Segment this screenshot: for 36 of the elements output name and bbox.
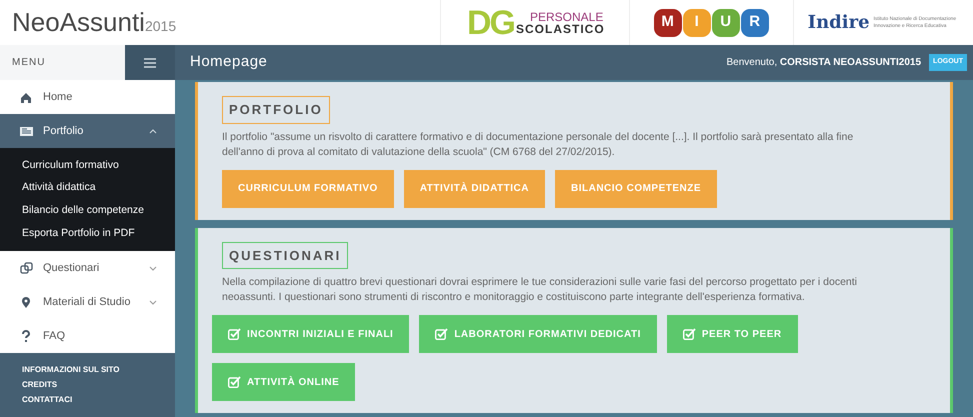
submenu-item[interactable]: Bilancio delle competenze: [0, 200, 175, 222]
logo-letter: M: [654, 8, 682, 36]
submenu-item[interactable]: Esporta Portfolio in PDF: [0, 222, 175, 245]
check-square-icon: [435, 328, 448, 340]
sidebar-item[interactable]: Portfolio: [0, 114, 175, 148]
dg-logo-bottom: SCOLASTICO: [516, 22, 605, 34]
menu-icon: [144, 58, 156, 68]
card-description: Il portfolio "assume un risvolto di carattere formativo e di documentazione personale del docente [...]. Il portfolio sarà presentato alla fine dell'anno di prova al comitato di valutazione della scuola" (CM 6768 del 27/02/2015).: [222, 130, 854, 160]
card-description: Nella compilazione di quattro brevi questionari dovrai esprimere le tue considerazioni sulle varie fasi del percorso progettato per i docenti neoassunti. I questionari sono strumenti di riscontro e monitoraggio e costituiscono parte integrante dell'esperienza formativa.: [222, 275, 858, 305]
logo-letter: I: [682, 8, 711, 36]
logo-letter: R: [740, 8, 769, 36]
check-square-icon: [682, 328, 696, 340]
dg-logo-top: PERSONALE: [529, 10, 604, 22]
brand-year: 2015: [144, 17, 176, 36]
submenu-item[interactable]: Curriculum formativo: [0, 154, 175, 177]
map-pin-icon: [20, 296, 33, 308]
menu-label: MENU: [12, 56, 46, 70]
footer-link[interactable]: CONTATTACI: [22, 394, 175, 406]
footer-link[interactable]: CREDITS: [22, 379, 175, 391]
check-square-icon: [228, 376, 241, 388]
dg-logo-letters: DG: [467, 6, 514, 40]
submenu-item[interactable]: Attività didattica: [0, 176, 175, 200]
squares-icon: [20, 262, 33, 274]
page-title: Homepage: [189, 52, 268, 72]
brand-name[interactable]: NeoAssunti: [12, 3, 145, 42]
welcome-text: Benvenuto, CORSISTA NEOASSUNTI2015: [726, 56, 922, 70]
card-title: PORTFOLIO: [222, 96, 330, 124]
card-title: QUESTIONARI: [222, 242, 348, 269]
footer-link[interactable]: INFORMAZIONI SUL SITO: [22, 364, 175, 376]
indire-logo-name: Indire: [808, 11, 870, 35]
list-icon: [20, 124, 33, 138]
question-mark-icon: [20, 330, 33, 342]
home-icon: [20, 90, 33, 104]
logo-letter: U: [712, 8, 740, 36]
check-square-icon: [228, 328, 241, 340]
menu-button[interactable]: [125, 45, 175, 80]
